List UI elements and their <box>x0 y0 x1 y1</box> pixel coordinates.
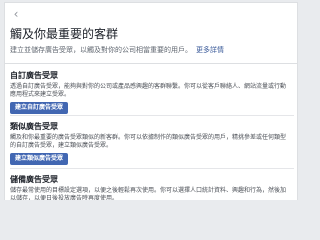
audience-card: ‹ 觸及你最重要的客群 建立並儲存廣告受眾，以觸及對你的公司相當重要的用戶。 更多… <box>4 2 298 200</box>
section-title: 自訂廣告受眾 <box>10 71 58 80</box>
section-divider <box>10 168 294 169</box>
page-title: 觸及你最重要的客群 <box>10 27 119 41</box>
custom-audience-section: 自訂廣告受眾 透過自訂廣告受眾，能夠與對你的公司或產品感興趣的客群聯繫。你可以從… <box>5 71 297 114</box>
section-divider <box>10 115 294 116</box>
header: 觸及你最重要的客群 建立並儲存廣告受眾，以觸及對你的公司相當重要的用戶。 更多詳情 <box>5 23 297 64</box>
section-description: 儲存最常使用的目標設定選項，以便之後輕鬆再次使用。你可以選擇人口統計資料、興趣和… <box>10 187 287 200</box>
saved-audience-section: 儲備廣告受眾 儲存最常使用的目標設定選項，以便之後輕鬆再次使用。你可以選擇人口統… <box>5 175 297 200</box>
section-description: 觸及和你最重要的廣告受眾類似的新客群。你可以依據制作的類似廣告受眾的用戶，精挑參… <box>10 134 287 149</box>
lookalike-audience-section: 類似廣告受眾 觸及和你最重要的廣告受眾類似的新客群。你可以依據制作的類似廣告受眾… <box>5 122 297 165</box>
more-details-link[interactable]: 更多詳情 <box>196 46 224 54</box>
section-title: 儲備廣告受眾 <box>10 175 58 184</box>
create-lookalike-audience-button[interactable]: 建立類似廣告受眾 <box>10 153 69 165</box>
subtitle-text: 建立並儲存廣告受眾，以觸及對你的公司相當重要的用戶。 <box>10 46 192 54</box>
chevron-left-icon[interactable]: ‹ <box>9 7 23 21</box>
section-title: 類似廣告受眾 <box>10 122 58 131</box>
section-description: 透過自訂廣告受眾，能夠與對你的公司或產品感興趣的客群聯繫。你可以從客戶聯絡人、網… <box>10 83 287 98</box>
page: ‹ 觸及你最重要的客群 建立並儲存廣告受眾，以觸及對你的公司相當重要的用戶。 更多… <box>0 0 300 200</box>
create-custom-audience-button[interactable]: 建立自訂廣告受眾 <box>10 102 69 114</box>
subtitle-row: 建立並儲存廣告受眾，以觸及對你的公司相當重要的用戶。 更多詳情 <box>10 46 224 55</box>
